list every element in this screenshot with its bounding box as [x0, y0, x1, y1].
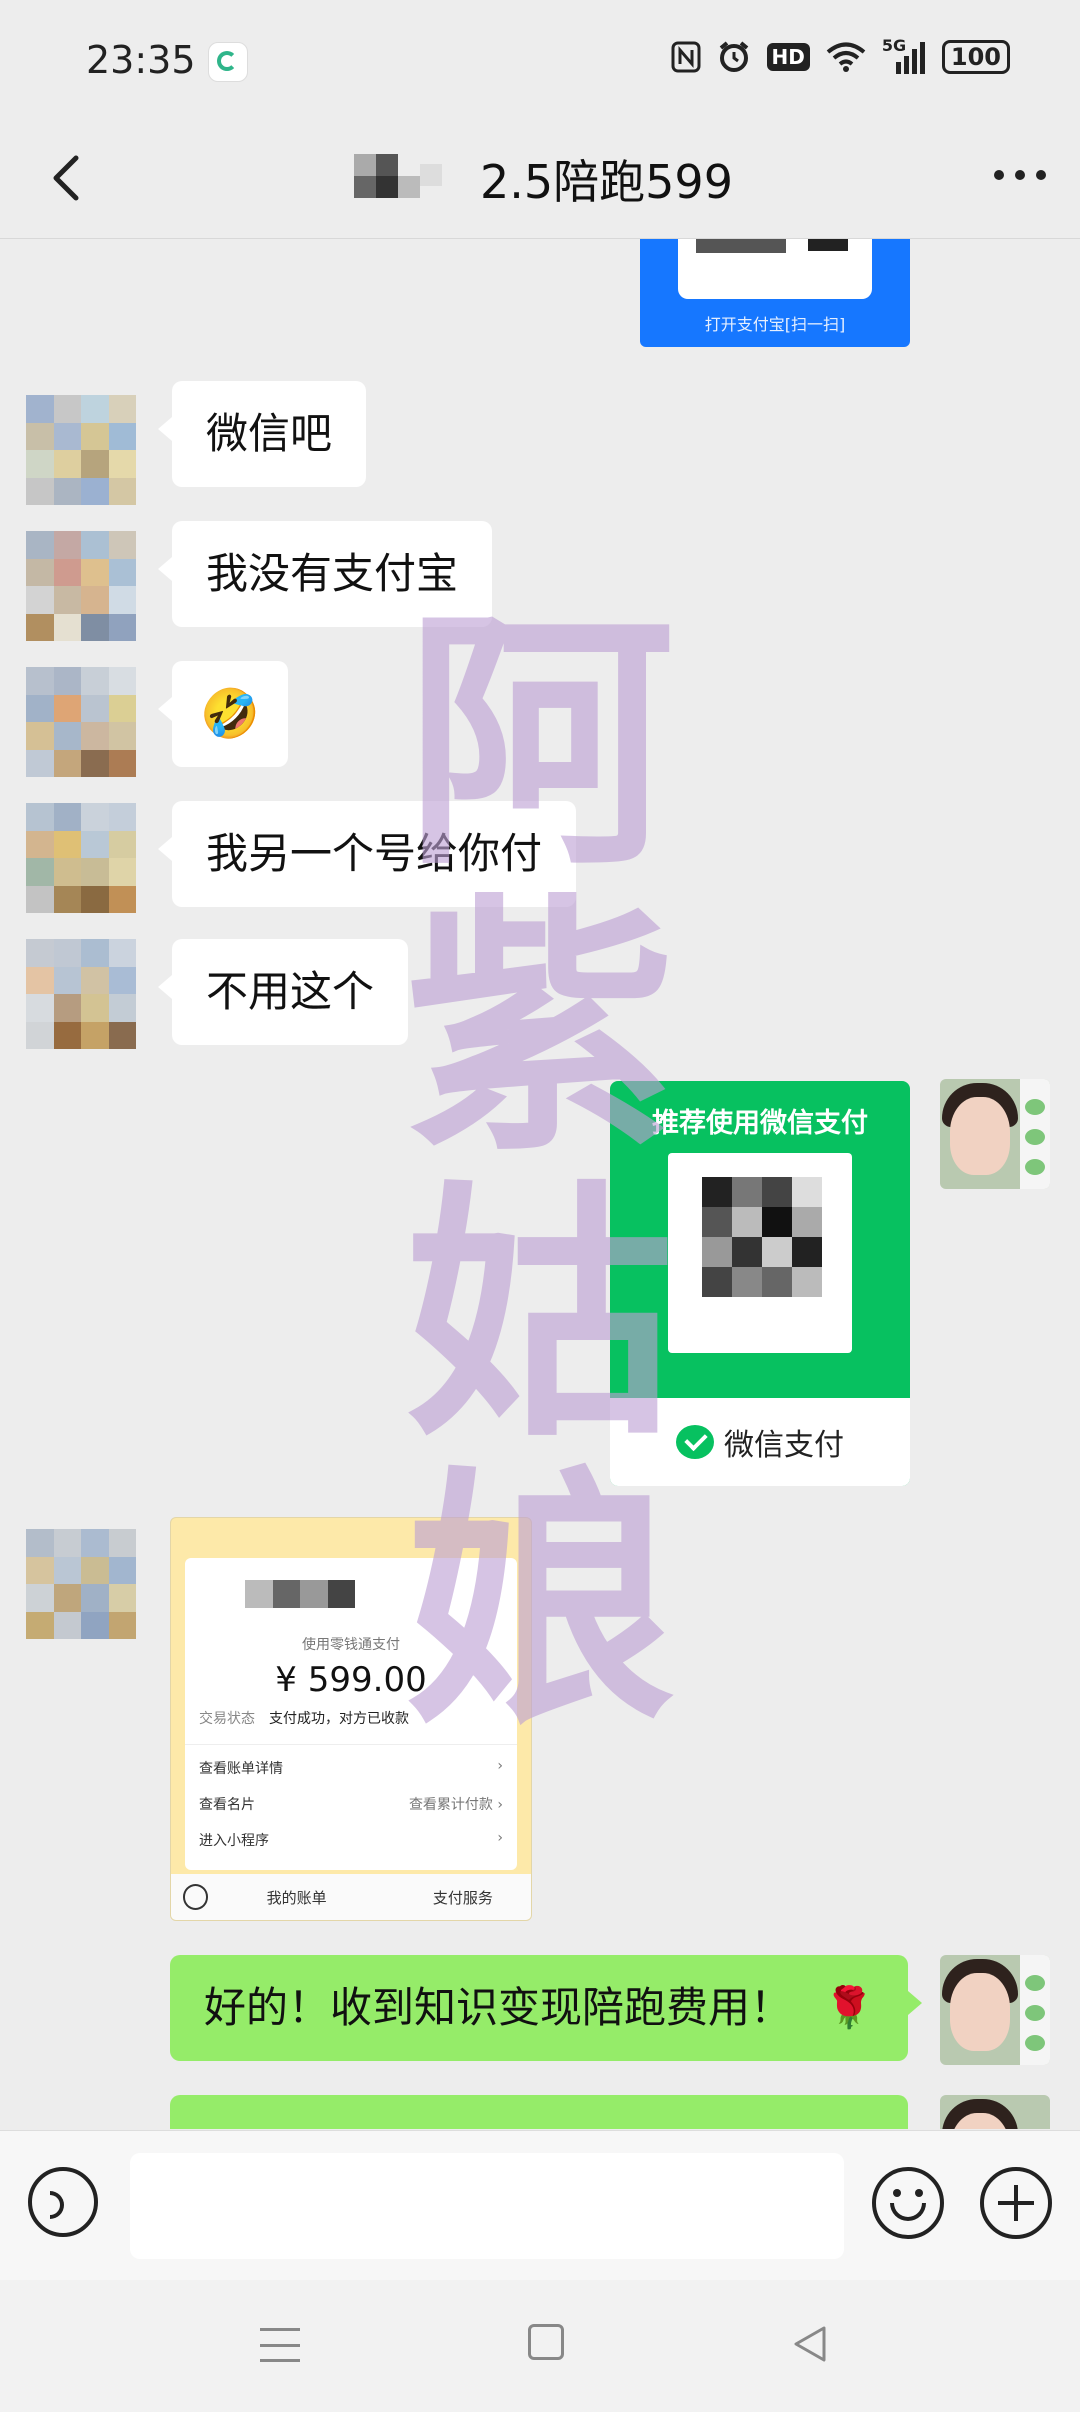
my-avatar[interactable]: [940, 1955, 1050, 2065]
rose-emoji: 🌹: [824, 1985, 874, 2031]
receipt-row-mini-program: 进入小程序 ›: [199, 1830, 503, 1850]
message-bubble[interactable]: 我另一个号给你付: [157, 801, 577, 907]
receipt-amount: ¥ 599.00: [275, 1660, 427, 1700]
receipt-pay-service: 支付服务: [432, 1888, 493, 1907]
emoji-button[interactable]: [872, 2167, 944, 2239]
contact-avatar[interactable]: [26, 395, 136, 505]
back-button[interactable]: [38, 148, 98, 208]
status-bar: 23:35 HD 5G 100: [0, 0, 1080, 120]
receipt-status-label: 交易状态: [199, 1711, 255, 1727]
message-text: 我另一个号给你付: [206, 829, 543, 878]
input-bar: [0, 2130, 1080, 2281]
message-bubble[interactable]: 微信吧: [157, 381, 367, 487]
my-message-bubble[interactable]: 好的！收到知识变现陪跑费用！ 🌹: [170, 1955, 922, 2061]
back-chevron-icon: [53, 155, 79, 201]
chevron-right-icon: ›: [497, 1758, 503, 1774]
recent-apps-button[interactable]: [260, 2328, 300, 2362]
network-label: 5G: [881, 36, 907, 55]
more-options-button[interactable]: [994, 170, 1046, 186]
message-text: 我没有支付宝: [206, 549, 459, 598]
home-button[interactable]: [528, 2324, 564, 2360]
more-functions-button[interactable]: [980, 2167, 1052, 2239]
wechat-pay-label: 微信支付: [724, 1428, 844, 1463]
chat-header: 2.5陪跑599: [0, 120, 1080, 239]
receipt-row-label: 进入小程序: [199, 1833, 269, 1849]
alarm-icon: [717, 40, 751, 74]
app-notification-icon: [208, 42, 248, 82]
wechat-pay-card-footer: 微信支付: [610, 1398, 910, 1486]
my-avatar[interactable]: [940, 1079, 1050, 1189]
message-text: 好的！收到知识变现陪跑费用！: [204, 1983, 793, 2032]
blurred-contact-name: [350, 150, 470, 208]
more-dots-icon: [994, 170, 1004, 180]
message-text: 微信吧: [206, 409, 333, 458]
alipay-qr-message[interactable]: 打开支付宝[扫一扫]: [640, 239, 910, 347]
wechat-pay-qr-message[interactable]: 推荐使用微信支付 微信支付: [610, 1081, 910, 1486]
receipt-card: 使用零钱通支付 ¥ 599.00 交易状态 支付成功，对方已收款 查看账单详情 › …: [185, 1558, 517, 1870]
nfc-icon: [671, 40, 701, 74]
receipt-status: 交易状态 支付成功，对方已收款: [199, 1708, 409, 1728]
wechat-pay-card-header: 推荐使用微信支付: [652, 1108, 868, 1139]
voice-input-button[interactable]: [28, 2167, 98, 2237]
message-list[interactable]: 打开支付宝[扫一扫] 微信吧 我没有支付宝 🤣 我另一个号给你付 不用这个 推荐…: [0, 239, 1080, 2129]
payment-receipt-image[interactable]: 使用零钱通支付 ¥ 599.00 交易状态 支付成功，对方已收款 查看账单详情 › …: [170, 1517, 532, 1921]
contact-avatar[interactable]: [26, 1529, 136, 1639]
status-icons: HD 5G 100: [671, 36, 1010, 74]
my-avatar[interactable]: [940, 2095, 1050, 2129]
system-nav-bar: [0, 2280, 1080, 2412]
receipt-payment-method: 使用零钱通支付: [302, 1637, 400, 1653]
receipt-status-value: 支付成功，对方已收款: [269, 1711, 409, 1727]
receipt-row-label: 查看账单详情: [199, 1761, 283, 1777]
contact-avatar[interactable]: [26, 667, 136, 777]
wifi-icon: [826, 40, 866, 74]
chat-title-area: 2.5陪跑599: [350, 144, 733, 214]
contact-avatar[interactable]: [26, 531, 136, 641]
receipt-row-label: 查看名片: [199, 1797, 255, 1813]
signal-5g-icon: 5G: [882, 36, 926, 74]
receipt-row-bill-details: 查看账单详情 ›: [199, 1758, 503, 1778]
my-message-bubble-partial[interactable]: [170, 2095, 908, 2129]
wechat-pay-logo-icon: [676, 1425, 714, 1459]
blurred-payee: [245, 1580, 355, 1608]
keyboard-icon: [183, 1884, 209, 1910]
message-bubble[interactable]: 不用这个: [157, 939, 409, 1045]
contact-avatar[interactable]: [26, 803, 136, 913]
wechat-pay-qr-code: [668, 1153, 852, 1353]
system-back-button[interactable]: [790, 2324, 830, 2364]
message-text: 不用这个: [206, 967, 375, 1016]
alipay-caption: 打开支付宝[扫一扫]: [704, 315, 846, 334]
message-input[interactable]: [130, 2153, 844, 2259]
hd-icon: HD: [766, 43, 810, 71]
chat-title: 2.5陪跑599: [480, 155, 733, 209]
battery-indicator: 100: [941, 40, 1010, 74]
receipt-my-bills: 我的账单: [266, 1888, 327, 1907]
receipt-row-contact-card: 查看名片 查看累计付款 ›: [199, 1794, 503, 1814]
receipt-bottom-bar: 我的账单 支付服务: [171, 1874, 531, 1920]
back-triangle-icon: [794, 2326, 826, 2362]
contact-avatar[interactable]: [26, 939, 136, 1049]
receipt-row-right: 查看累计付款 ›: [408, 1797, 503, 1813]
message-bubble[interactable]: 我没有支付宝: [157, 521, 493, 627]
chevron-right-icon: ›: [497, 1830, 503, 1846]
status-time: 23:35: [86, 38, 196, 82]
laughing-emoji: 🤣: [200, 686, 260, 742]
alipay-qr-code: [678, 239, 872, 299]
message-bubble[interactable]: 🤣: [158, 661, 288, 767]
